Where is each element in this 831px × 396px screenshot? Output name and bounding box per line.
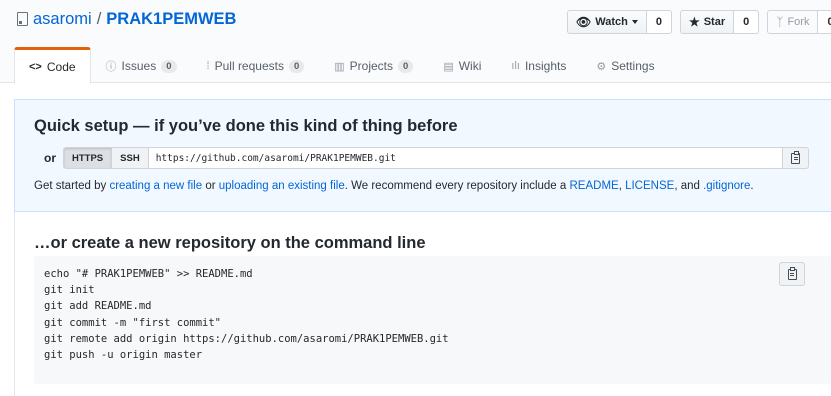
command-code-block: echo "# PRAK1PEMWEB" >> README.md git ini… <box>34 256 831 384</box>
repo-owner-link[interactable]: asaromi <box>33 10 92 29</box>
issues-count-badge: 0 <box>161 59 177 73</box>
code-line: echo "# PRAK1PEMWEB" >> README.md <box>44 268 253 280</box>
repo-icon <box>17 12 28 26</box>
chevron-down-icon <box>631 20 638 24</box>
book-icon: ▤ <box>443 60 454 73</box>
repo-separator: / <box>96 9 102 28</box>
code-line: git init <box>44 284 95 297</box>
code-icon: <> <box>29 60 42 73</box>
fork-icon: ᛉ <box>776 15 784 29</box>
repo-name-link[interactable]: PRAK1PEMWEB <box>106 10 236 29</box>
tab-projects[interactable]: ▥ Projects 0 <box>319 47 428 83</box>
code-line: git remote add origin https://github.com… <box>44 332 449 345</box>
copy-commands-button[interactable] <box>779 262 805 286</box>
tab-pull-requests[interactable]: ⁞ Pull requests 0 <box>192 47 320 83</box>
upload-existing-file-link[interactable]: uploading an existing file <box>219 180 345 192</box>
clone-url-row: or HTTPS SSH https://github.com/asaromi/… <box>34 147 809 169</box>
repo-title: asaromi / PRAK1PEMWEB <box>17 8 236 30</box>
license-link[interactable]: LICENSE <box>625 180 674 192</box>
tab-label: Projects <box>349 59 394 73</box>
quick-setup-panel: Quick setup — if you’ve done this kind o… <box>14 99 831 212</box>
clipboard-icon <box>791 150 800 164</box>
tab-insights[interactable]: ılı Insights <box>496 47 581 83</box>
star-label: Star <box>703 16 726 28</box>
fork-count[interactable]: 0 <box>818 10 831 34</box>
repo-actions: 👁 Watch 0 ★ Star 0 ᛉ Fork 0 <box>567 10 831 34</box>
clone-url-input[interactable]: https://github.com/asaromi/PRAK1PEMWEB.g… <box>148 147 783 169</box>
tab-code[interactable]: <> Code <box>14 47 91 84</box>
watch-button[interactable]: 👁 Watch <box>567 10 647 34</box>
clipboard-icon <box>787 266 797 280</box>
command-line-title: …or create a new repository on the comma… <box>34 234 426 252</box>
star-button[interactable]: ★ Star <box>679 10 735 34</box>
watch-count[interactable]: 0 <box>646 10 672 34</box>
fork-label: Fork <box>787 16 810 28</box>
issue-icon: ⓘ <box>105 61 117 73</box>
command-line-section: …or create a new repository on the comma… <box>14 212 831 396</box>
code-line: git push -u origin master <box>44 349 203 362</box>
copy-url-button[interactable] <box>783 147 809 169</box>
tab-label: Issues <box>121 59 157 73</box>
tab-label: Wiki <box>458 59 482 73</box>
tab-label: Code <box>46 59 76 74</box>
repo-header: asaromi / PRAK1PEMWEB 👁 Watch 0 ★ Star 0… <box>0 0 831 84</box>
tab-settings[interactable]: ⚙ Settings <box>581 47 669 83</box>
gitignore-link[interactable]: .gitignore <box>703 180 750 192</box>
watch-label: Watch <box>595 16 628 28</box>
projects-count-badge: 0 <box>398 59 414 73</box>
code-line: git commit -m "first commit" <box>44 316 222 329</box>
tab-issues[interactable]: ⓘ Issues 0 <box>91 47 192 83</box>
tab-label: Pull requests <box>214 59 284 73</box>
tab-label: Insights <box>524 59 567 73</box>
eye-icon: 👁 <box>576 15 592 29</box>
get-started-text: Get started by creating a new file or up… <box>34 180 754 192</box>
fork-button[interactable]: ᛉ Fork <box>767 10 819 34</box>
pull-request-icon: ⁞ <box>206 60 210 72</box>
ssh-button[interactable]: SSH <box>112 147 149 169</box>
repo-nav-tabs: <> Code ⓘ Issues 0 ⁞ Pull requests 0 ▥ P… <box>14 47 670 84</box>
graph-icon: ılı <box>511 60 520 72</box>
gear-icon: ⚙ <box>596 60 607 73</box>
or-label: or <box>44 151 56 165</box>
project-icon: ▥ <box>334 60 345 73</box>
code-line: git add README.md <box>44 300 152 313</box>
star-icon: ★ <box>688 15 700 29</box>
create-new-file-link[interactable]: creating a new file <box>109 180 202 192</box>
https-button[interactable]: HTTPS <box>63 147 113 169</box>
star-count[interactable]: 0 <box>734 10 760 34</box>
pull-requests-count-badge: 0 <box>288 59 305 73</box>
readme-link[interactable]: README <box>570 180 619 192</box>
quick-setup-title: Quick setup — if you’ve done this kind o… <box>34 117 458 135</box>
tab-label: Settings <box>611 59 655 73</box>
tab-wiki[interactable]: ▤ Wiki <box>428 47 496 83</box>
